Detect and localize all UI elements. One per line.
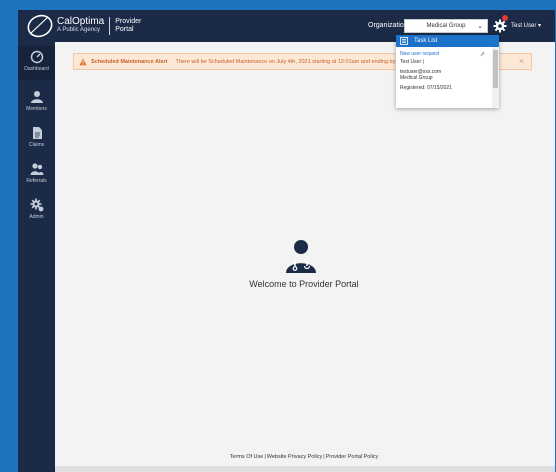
website-privacy-policy-link[interactable]: Website Privacy Policy (267, 454, 323, 460)
user-menu[interactable]: Test User ▾ (511, 22, 541, 29)
sidebar-item-label: Claims (28, 142, 45, 148)
provider-portal-policy-link[interactable]: Provider Portal Policy (326, 454, 379, 460)
sidebar-item-referrals[interactable]: Referrals (18, 158, 55, 192)
sidebar-item-claims[interactable]: Claims (18, 122, 55, 156)
sidebar-item-label: Members (26, 106, 47, 112)
settings-gear-icon[interactable] (493, 19, 507, 33)
sidebar-item-dashboard[interactable]: Dashboard (18, 46, 55, 80)
list-icon (400, 37, 408, 45)
task-list-title: Task List (414, 38, 438, 44)
dashboard-gauge-icon (30, 50, 43, 64)
chevron-down-icon: ⌄ (477, 23, 483, 30)
admin-gear-icon (30, 198, 43, 212)
sidebar-item-label: Admin (29, 214, 44, 220)
task-user: Test User | (400, 59, 424, 65)
sidebar-item-admin[interactable]: Admin (18, 194, 55, 228)
claims-document-icon (32, 127, 42, 139)
task-list-scroll-thumb[interactable] (493, 50, 498, 88)
task-organization: Medical Group (400, 75, 433, 81)
organization-select[interactable]: Medical Group ⌄ (404, 19, 488, 33)
organization-selected-value: Medical Group (426, 23, 466, 29)
footer-separator: | (264, 454, 266, 460)
sidebar-item-members[interactable]: Members (18, 86, 55, 120)
warning-icon (79, 58, 87, 65)
welcome-message: Welcome to Provider Portal (249, 279, 359, 289)
sidebar-item-label: Referrals (26, 178, 47, 184)
portal-label-2: Portal (115, 26, 134, 33)
caloptima-logo-icon (27, 14, 53, 38)
footer-bar (55, 466, 555, 472)
brand-logo[interactable]: CalOptima A Public Agency Provider Porta… (26, 14, 141, 38)
referrals-icon (30, 163, 43, 175)
external-link-icon[interactable]: ⇗ (480, 51, 485, 58)
alert-message: There will be Scheduled Maintenance on J… (175, 58, 400, 65)
brand-divider (109, 17, 111, 35)
portal-label-1: Provider (115, 18, 142, 25)
app-window: CalOptima A Public Agency Provider Porta… (18, 10, 555, 472)
footer: Terms Of Use|Website Privacy Policy|Prov… (18, 454, 555, 460)
notification-badge (502, 15, 508, 21)
terms-of-use-link[interactable]: Terms Of Use (230, 454, 264, 460)
alert-title: Scheduled Maintenance Alert (91, 58, 168, 65)
close-icon[interactable]: × (519, 56, 524, 66)
task-list-dropdown: Task List New user request ⇗ Test User |… (396, 35, 499, 108)
brand-subtitle: A Public Agency (57, 27, 101, 33)
sidebar-item-label: Dashboard (24, 66, 49, 72)
footer-separator: | (323, 454, 325, 460)
task-list-header: Task List (396, 35, 499, 47)
brand-name: CalOptima (57, 16, 105, 27)
task-item: New user request ⇗ Test User | testuser@… (396, 47, 499, 91)
doctor-icon (286, 240, 316, 273)
sidebar: Dashboard Members Claims Referrals Admin (18, 42, 55, 472)
members-icon (30, 91, 43, 103)
task-registered-date: Registered: 07/15/2021 (400, 85, 452, 91)
